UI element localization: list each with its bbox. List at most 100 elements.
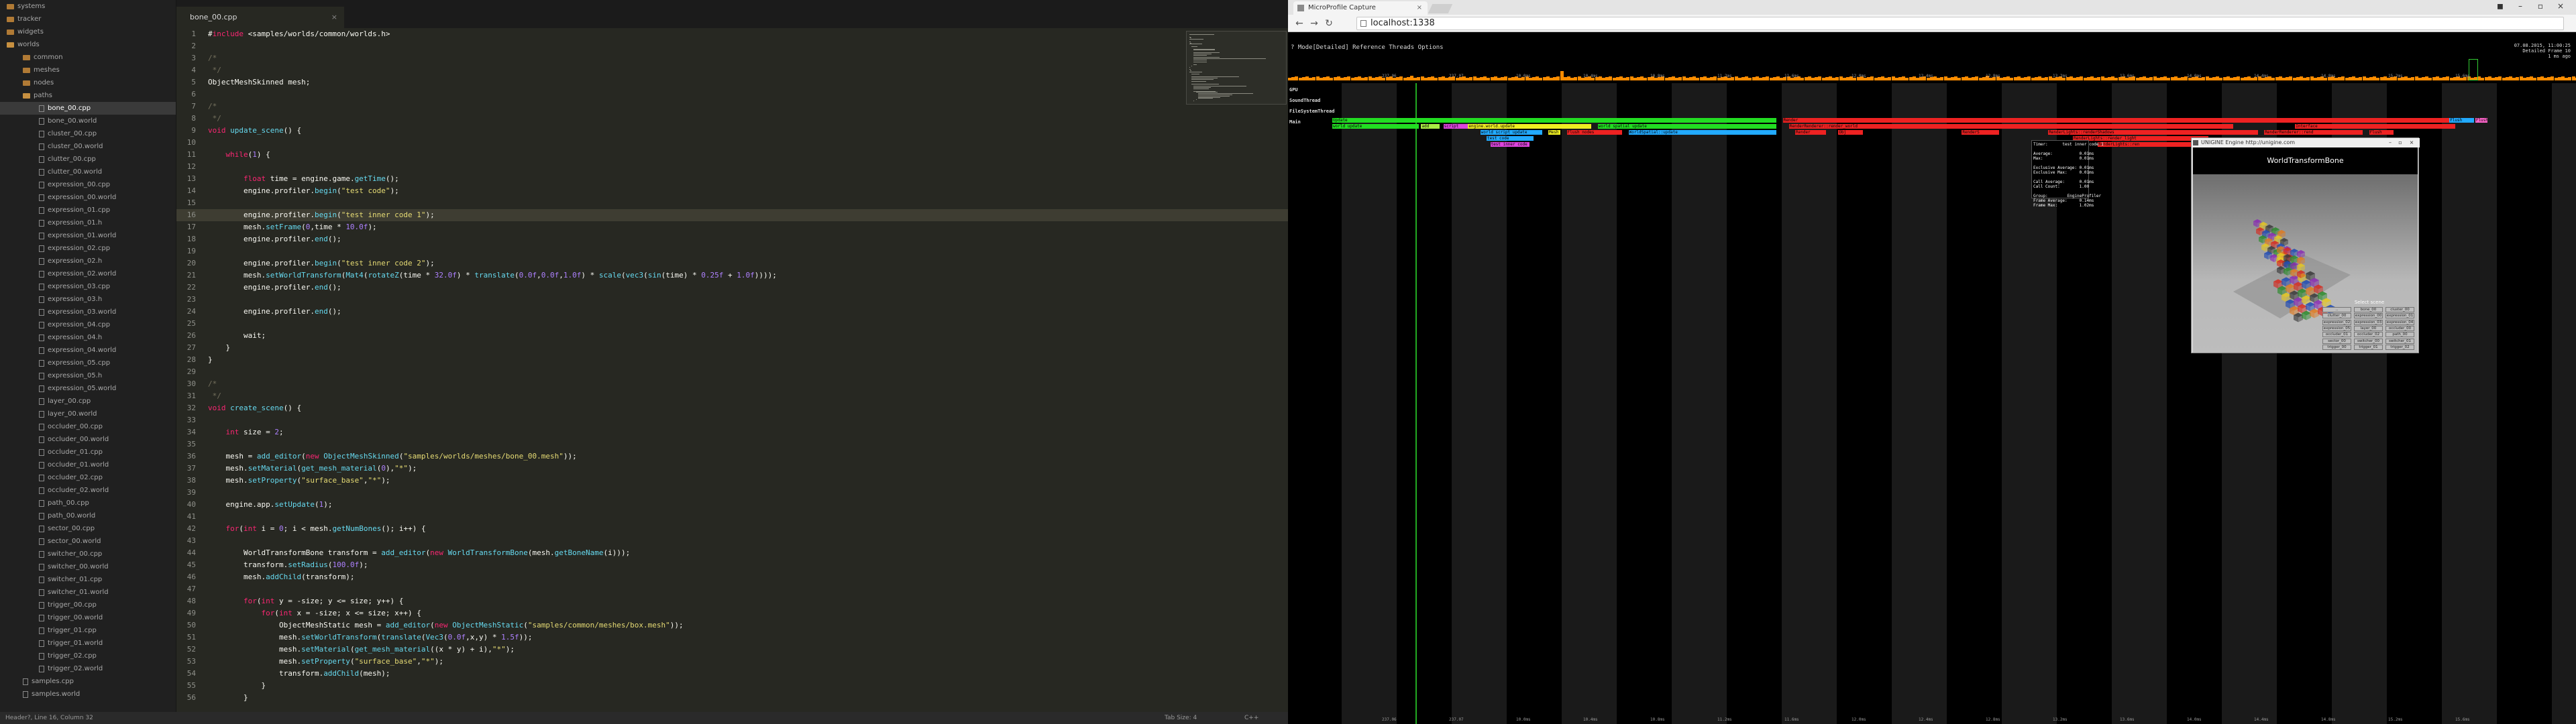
scene-button[interactable]: .. xyxy=(2322,307,2351,312)
code-line[interactable]: 6 xyxy=(176,88,1288,101)
code-line[interactable]: 19 xyxy=(176,245,1288,257)
code-line[interactable]: 23 xyxy=(176,294,1288,306)
code-line[interactable]: 24 engine.profiler.end(); xyxy=(176,306,1288,318)
code-line[interactable]: 15 xyxy=(176,197,1288,209)
profiler-timer-bar[interactable]: RenderS xyxy=(1962,130,1999,135)
sidebar-file[interactable]: samples.world xyxy=(0,688,176,701)
code-line[interactable]: 54 transform.addChild(mesh); xyxy=(176,668,1288,680)
sidebar-file[interactable]: bone_00.cpp xyxy=(0,102,176,115)
code-line[interactable]: 56 } xyxy=(176,692,1288,704)
code-area[interactable]: 1 #include <samples/worlds/common/worlds.… xyxy=(176,28,1288,712)
code-line[interactable]: 40 engine.app.setUpdate(1); xyxy=(176,499,1288,511)
code-line[interactable]: 42 for(int i = 0; i < mesh.getNumBones()… xyxy=(176,523,1288,535)
sidebar-file[interactable]: expression_05.h xyxy=(0,369,176,382)
close-icon[interactable]: × xyxy=(2408,138,2416,147)
code-line[interactable]: 37 mesh.setMaterial(get_mesh_material(0)… xyxy=(176,463,1288,475)
sidebar-file[interactable]: occluder_02.cpp xyxy=(0,471,176,484)
sidebar-file[interactable]: expression_03.world xyxy=(0,306,176,318)
minimize-icon[interactable]: – xyxy=(2386,138,2394,147)
sidebar-file[interactable]: occluder_01.world xyxy=(0,459,176,471)
sidebar-file[interactable]: expression_02.h xyxy=(0,255,176,267)
sidebar-file[interactable]: expression_01.h xyxy=(0,217,176,229)
scene-button[interactable]: layer_00 xyxy=(2354,325,2383,331)
maximize-icon[interactable]: ▫ xyxy=(2530,0,2551,12)
sidebar-folder[interactable]: widgets xyxy=(0,25,176,38)
profiler-timer-bar[interactable]: RenderRenderer::rend xyxy=(2264,130,2363,135)
minimap[interactable] xyxy=(1186,31,1287,105)
sidebar-folder[interactable]: meshes xyxy=(0,64,176,76)
profiler-timer-bar[interactable]: WorldSpatial::update xyxy=(1628,130,1777,135)
sidebar-file[interactable]: clutter_00.world xyxy=(0,166,176,178)
sidebar-folder[interactable]: nodes xyxy=(0,76,176,89)
profiler-menu[interactable]: ? Mode[Detailed] Reference Threads Optio… xyxy=(1291,44,1444,51)
code-line[interactable]: 34 int size = 2; xyxy=(176,426,1288,438)
sidebar-file[interactable]: layer_00.cpp xyxy=(0,395,176,408)
code-line[interactable]: 27 } xyxy=(176,342,1288,354)
code-line[interactable]: 17 mesh.setFrame(0,time * 10.0f); xyxy=(176,221,1288,233)
code-line[interactable]: 9 void update_scene() { xyxy=(176,125,1288,137)
profiler-timer-bar[interactable]: Update xyxy=(1332,118,1777,123)
code-line[interactable]: 45 transform.setRadius(100.0f); xyxy=(176,559,1288,571)
code-line[interactable]: 16 engine.profiler.begin("test inner cod… xyxy=(176,209,1288,221)
profiler-timer-bar[interactable]: Flush xyxy=(2369,130,2394,135)
sidebar-file[interactable]: path_00.cpp xyxy=(0,497,176,509)
code-line[interactable]: 5 ObjectMeshSkinned mesh; xyxy=(176,76,1288,88)
sidebar-file[interactable]: expression_00.world xyxy=(0,191,176,204)
sidebar-file[interactable]: expression_04.world xyxy=(0,344,176,357)
code-line[interactable]: 4 */ xyxy=(176,64,1288,76)
maximize-icon[interactable]: ▫ xyxy=(2396,138,2404,147)
code-line[interactable]: 18 engine.profiler.end(); xyxy=(176,233,1288,245)
profiler-timer-bar[interactable]: Render xyxy=(1795,130,1826,135)
profiler-timer-bar[interactable]: Flush xyxy=(2475,118,2488,123)
code-line[interactable]: 49 for(int x = -size; x <= size; x++) { xyxy=(176,607,1288,619)
code-line[interactable]: 26 wait; xyxy=(176,330,1288,342)
scene-button[interactable]: expression_04 xyxy=(2385,319,2414,325)
scene-button[interactable]: occluder_01 xyxy=(2322,332,2351,338)
code-line[interactable]: 25 xyxy=(176,318,1288,330)
profiler-timer-bar[interactable]: Interface xyxy=(2295,124,2456,129)
unigine-titlebar[interactable]: UNIGINE Engine http://unigine.com – ▫ × xyxy=(2192,138,2420,147)
scene-button[interactable]: trigger_02 xyxy=(2385,344,2414,350)
sidebar-file[interactable]: trigger_01.cpp xyxy=(0,624,176,637)
new-tab-button[interactable] xyxy=(1428,4,1453,13)
profiler-timer-bar[interactable]: RenderRenderer::render_world xyxy=(1788,124,2234,129)
code-line[interactable]: 36 mesh = add_editor(new ObjectMeshSkinn… xyxy=(176,450,1288,463)
sidebar-file[interactable]: cluster_00.cpp xyxy=(0,127,176,140)
sidebar-file[interactable]: sector_00.world xyxy=(0,535,176,548)
scene-button[interactable]: trigger_01 xyxy=(2354,344,2383,350)
sidebar-file[interactable]: trigger_00.cpp xyxy=(0,599,176,611)
code-line[interactable]: 22 engine.profiler.end(); xyxy=(176,282,1288,294)
close-tab-icon[interactable]: × xyxy=(1417,1,1422,15)
sidebar-file[interactable]: expression_00.cpp xyxy=(0,178,176,191)
scene-button[interactable]: path_00 xyxy=(2385,332,2414,338)
profiler-timer-bar[interactable]: Flush xyxy=(2449,118,2474,123)
code-line[interactable]: 10 xyxy=(176,137,1288,149)
profiler-timer-bar[interactable]: Obj xyxy=(1838,130,1864,135)
code-line[interactable]: 55 } xyxy=(176,680,1288,692)
sidebar-file[interactable]: expression_05.world xyxy=(0,382,176,395)
code-line[interactable]: 48 for(int y = -size; y <= size; y++) { xyxy=(176,595,1288,607)
profiler-timer-bar[interactable]: test code xyxy=(1487,136,1534,141)
sidebar-file[interactable]: bone_00.world xyxy=(0,115,176,127)
frame-selection[interactable] xyxy=(2469,59,2478,80)
sidebar-file[interactable]: switcher_01.cpp xyxy=(0,573,176,586)
unigine-window[interactable]: UNIGINE Engine http://unigine.com – ▫ × … xyxy=(2191,137,2420,353)
code-line[interactable]: 20 engine.profiler.begin("test inner cod… xyxy=(176,257,1288,269)
code-line[interactable]: 47 xyxy=(176,583,1288,595)
scene-button[interactable]: expression_00 xyxy=(2354,313,2383,319)
user-icon[interactable]: ◼ xyxy=(2490,0,2510,12)
sidebar-file[interactable]: occluder_00.cpp xyxy=(0,420,176,433)
sidebar-file[interactable]: expression_01.cpp xyxy=(0,204,176,217)
browser-tab[interactable]: MicroProfile Capture × xyxy=(1293,1,1428,15)
profiler-timer-bar[interactable]: Render xyxy=(1782,118,2450,123)
code-line[interactable]: 35 xyxy=(176,438,1288,450)
code-line[interactable]: 3 /* xyxy=(176,52,1288,64)
profiler-timer-bar[interactable]: script xyxy=(1443,124,1468,129)
sidebar-file[interactable]: expression_03.cpp xyxy=(0,280,176,293)
code-line[interactable]: 38 mesh.setProperty("surface_base","*"); xyxy=(176,475,1288,487)
code-line[interactable]: 46 mesh.addChild(transform); xyxy=(176,571,1288,583)
profiler-timer-bar[interactable]: RenderLights::ren xyxy=(2097,142,2196,147)
close-window-icon[interactable]: × xyxy=(2551,0,2571,12)
sidebar-file[interactable]: trigger_02.cpp xyxy=(0,650,176,662)
code-line[interactable]: 52 mesh.setMaterial(get_mesh_material((x… xyxy=(176,644,1288,656)
